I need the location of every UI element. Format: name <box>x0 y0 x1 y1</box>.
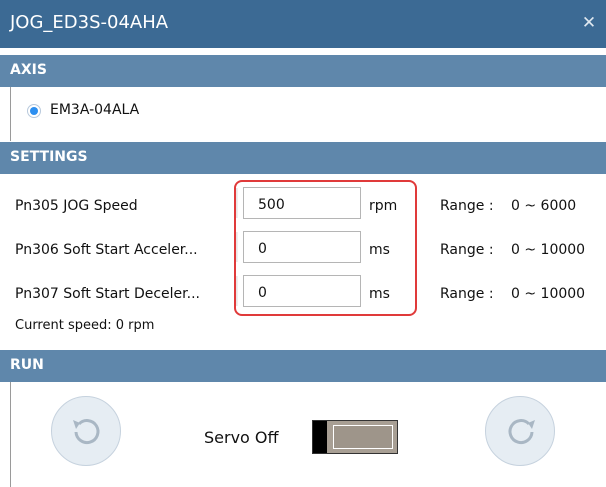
settings-section-header: SETTINGS <box>0 142 606 174</box>
run-header-label: RUN <box>10 357 44 373</box>
param-label-pn305: Pn305 JOG Speed <box>15 198 138 214</box>
jog-reverse-button[interactable] <box>51 396 121 466</box>
range-value: 0 ~ 6000 <box>511 198 577 214</box>
close-icon[interactable]: ✕ <box>578 12 600 34</box>
axis-header-label: AXIS <box>10 62 47 78</box>
axis-section-header: AXIS <box>0 55 606 87</box>
rotate-ccw-icon <box>73 419 100 445</box>
param-label-pn307: Pn307 Soft Start Deceler... <box>15 286 200 302</box>
axis-radio-label[interactable]: EM3A-04ALA <box>50 102 139 118</box>
current-speed-text: Current speed: 0 rpm <box>15 318 155 333</box>
rotate-cw-icon <box>508 419 535 445</box>
servo-toggle-thumb[interactable] <box>313 421 327 453</box>
jog-forward-button[interactable] <box>485 396 555 466</box>
window-title: JOG_ED3S-04AHA <box>10 12 169 33</box>
servo-toggle[interactable] <box>312 420 398 454</box>
title-bar: JOG_ED3S-04AHA ✕ <box>0 0 606 48</box>
range-label: Range : <box>440 286 494 302</box>
range-value: 0 ~ 10000 <box>511 242 586 258</box>
highlight-box <box>234 180 417 316</box>
servo-status-label: Servo Off <box>204 428 279 447</box>
range-label: Range : <box>440 242 494 258</box>
param-label-pn306: Pn306 Soft Start Acceler... <box>15 242 198 258</box>
axis-radio-button[interactable] <box>27 104 41 118</box>
run-section-header: RUN <box>0 350 606 382</box>
servo-toggle-track <box>333 425 393 449</box>
range-value: 0 ~ 10000 <box>511 286 586 302</box>
settings-header-label: SETTINGS <box>10 149 88 165</box>
range-label: Range : <box>440 198 494 214</box>
